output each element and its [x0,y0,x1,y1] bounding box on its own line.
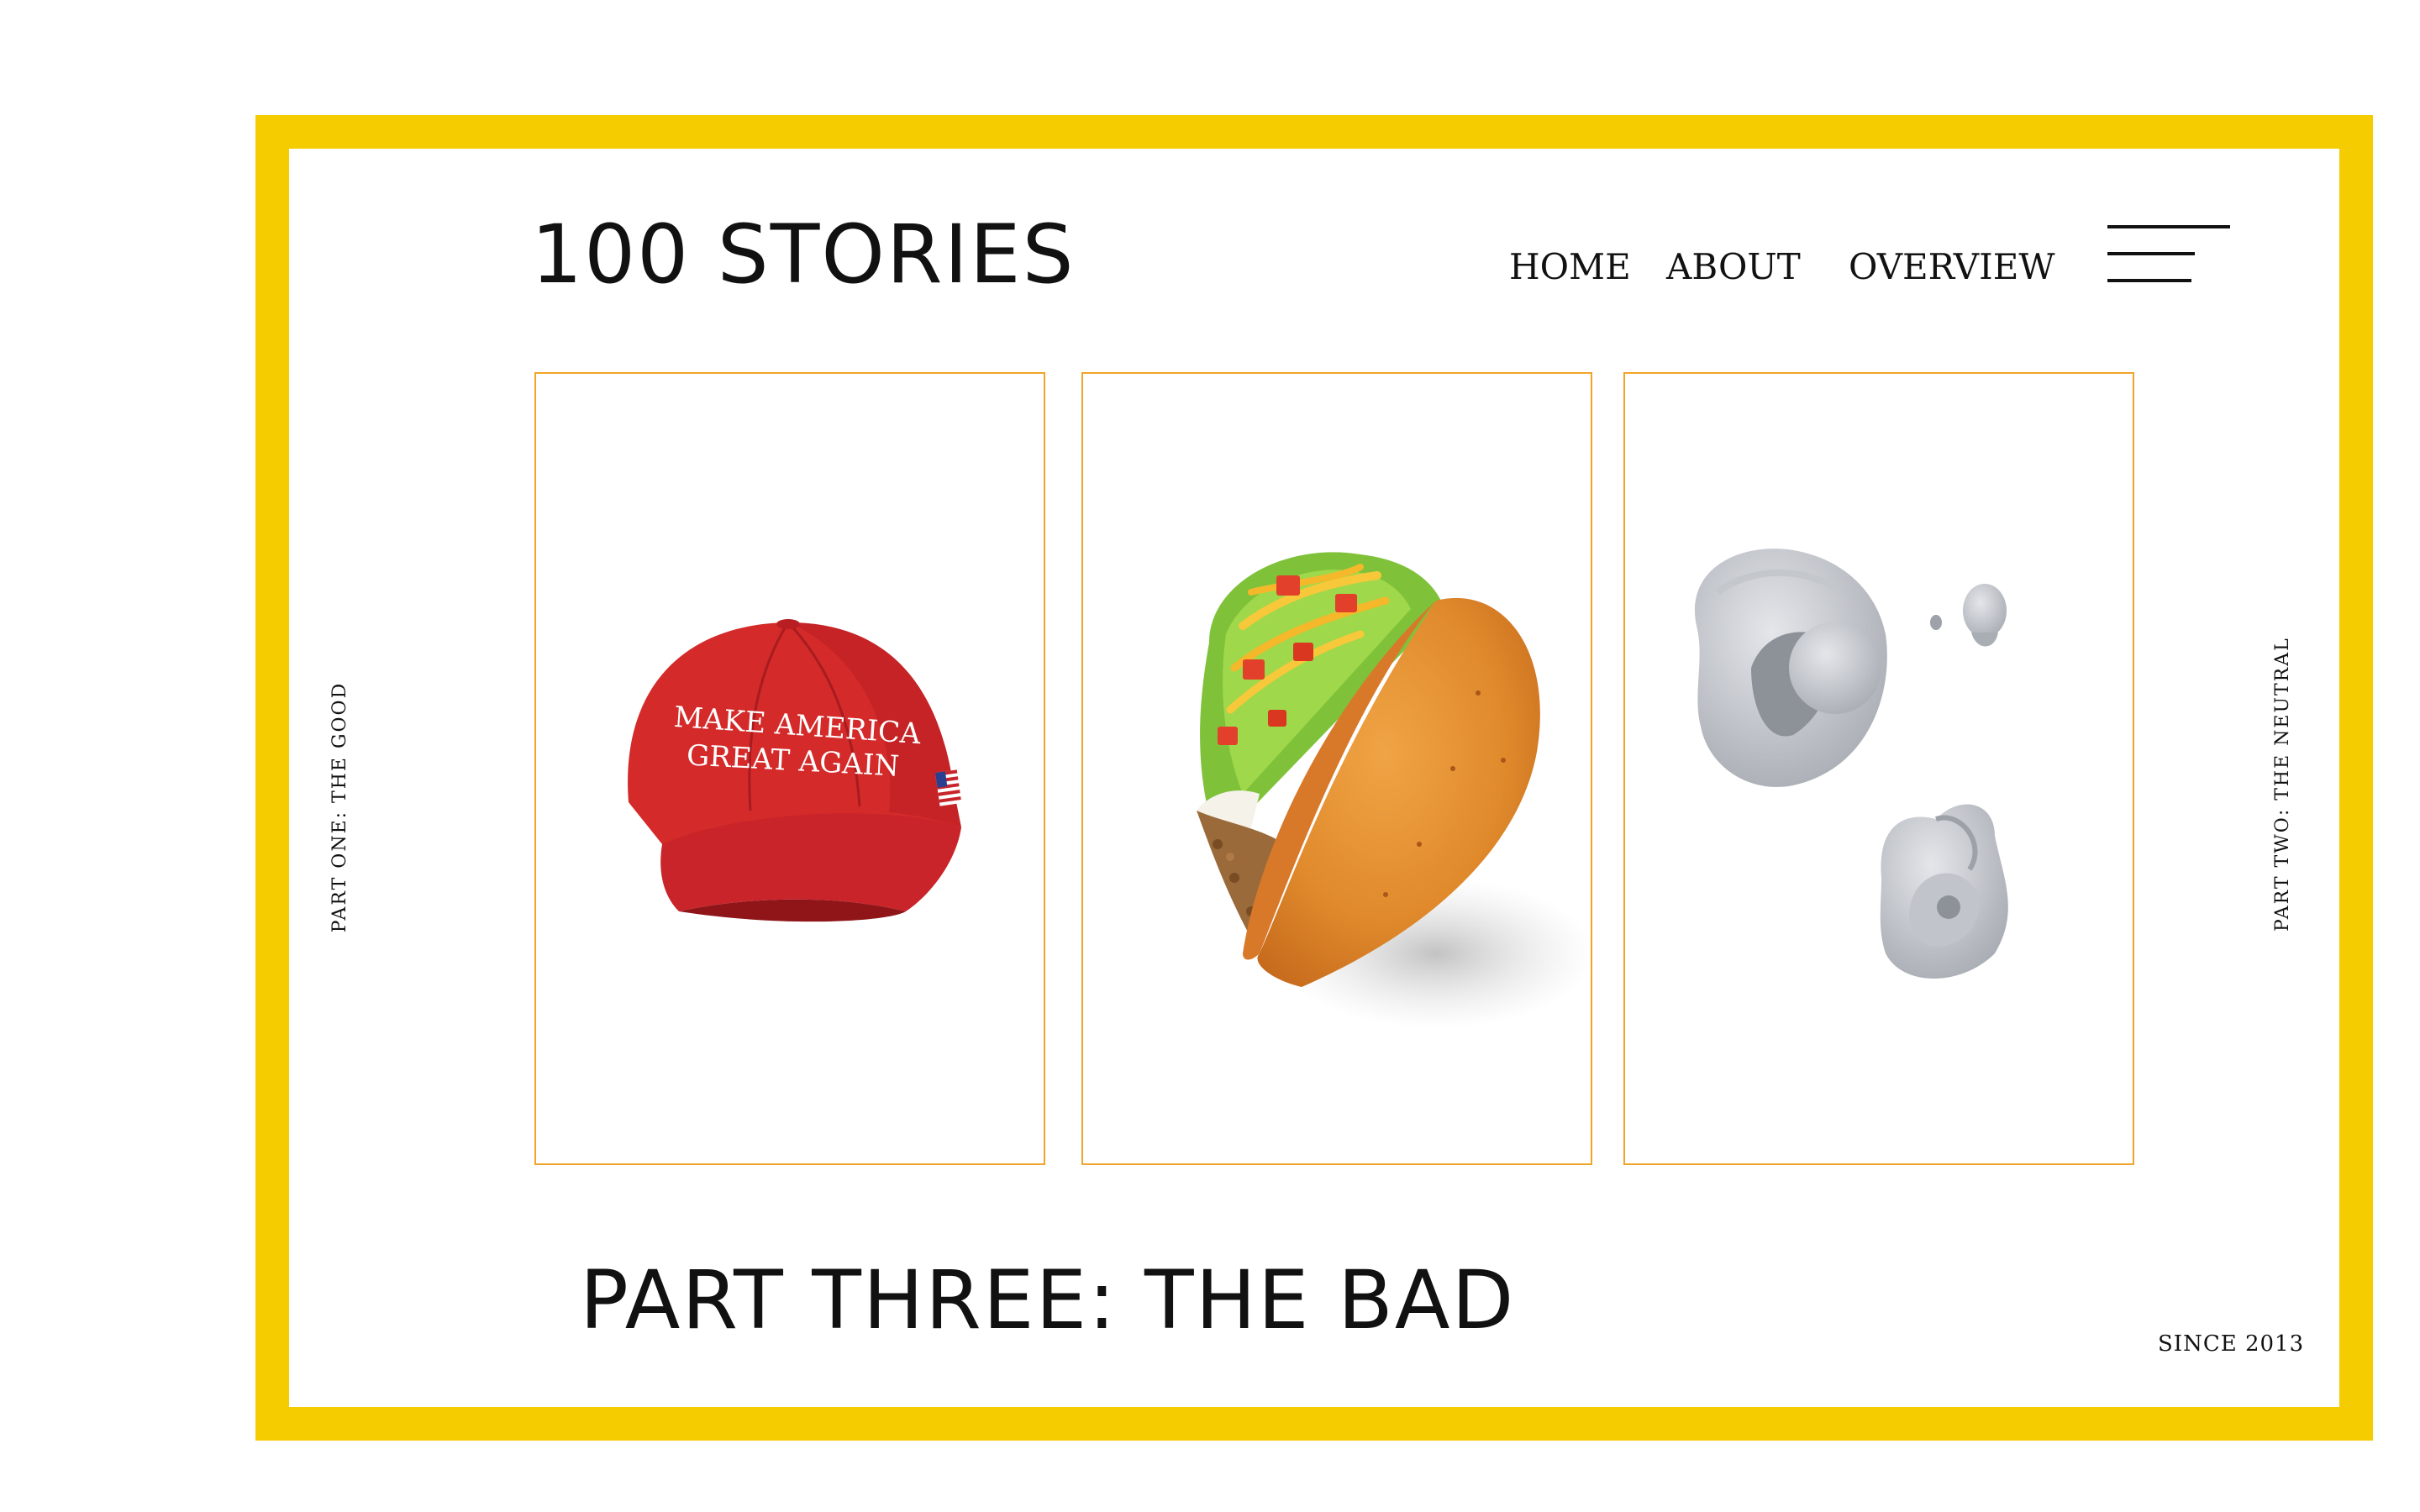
nav-home-link[interactable]: HOME [1509,244,1631,291]
story-card-cap[interactable]: MAKE AMERICA GREAT AGAIN [534,372,1045,1165]
side-label-part-one[interactable]: PART ONE: THE GOOD [328,664,353,950]
nav-about-link[interactable]: ABOUT [1666,244,1801,291]
taco-image [1197,552,1591,1029]
clay-sculpture-image [1694,549,2008,979]
side-label-part-two[interactable]: PART TWO: THE NEUTRAL [2270,637,2296,932]
hamburger-menu-icon[interactable] [2107,218,2233,289]
story-card-clay[interactable] [1623,372,2134,1165]
nav-overview-link[interactable]: OVERVIEW [1849,244,2055,291]
part-title: PART THREE: THE BAD [580,1253,1516,1347]
since-label: SINCE 2013 [2158,1331,2305,1357]
red-cap-image: MAKE AMERICA GREAT AGAIN [628,619,962,922]
story-card-taco[interactable] [1081,372,1592,1165]
site-brand[interactable]: 100 STORIES [531,214,1076,295]
